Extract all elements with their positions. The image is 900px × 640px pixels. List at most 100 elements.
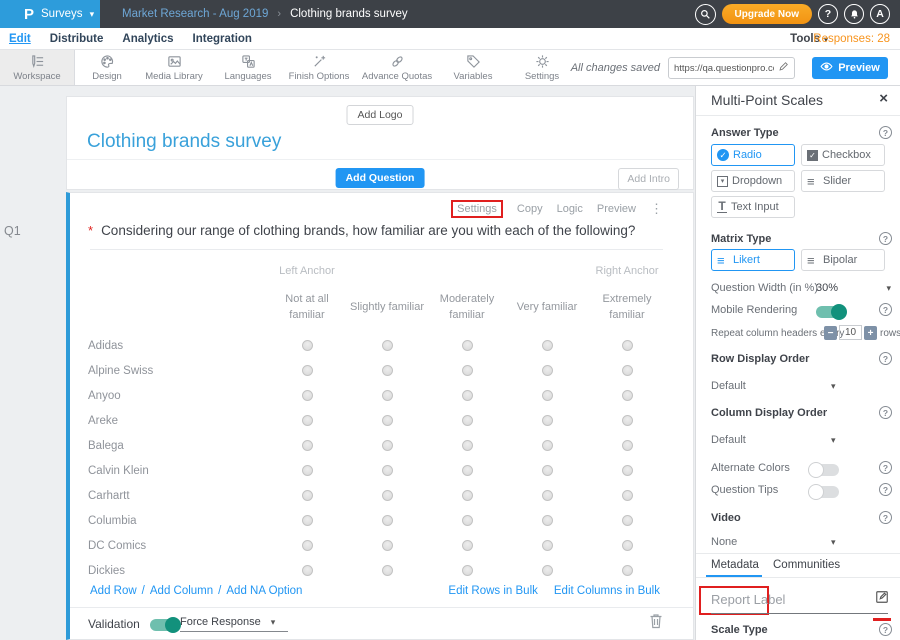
add-na-option-link[interactable]: Add NA Option [226, 585, 302, 597]
radio-button[interactable] [382, 340, 393, 351]
toolbar-item-media-library[interactable]: Media Library [139, 50, 209, 85]
radio-button[interactable] [622, 415, 633, 426]
help-icon[interactable]: ? [879, 303, 892, 316]
increment-button[interactable]: + [864, 326, 877, 340]
survey-url-input[interactable] [674, 63, 774, 74]
more-options-icon[interactable]: ⋮ [650, 201, 663, 217]
radio-button[interactable] [542, 440, 553, 451]
toolbar-item-languages[interactable]: Languages [218, 50, 278, 85]
help-icon[interactable]: ? [879, 406, 892, 419]
radio-button[interactable] [382, 365, 393, 376]
radio-button[interactable] [302, 565, 313, 576]
column-display-order-value[interactable]: Default [711, 434, 746, 446]
radio-button[interactable] [542, 390, 553, 401]
radio-button[interactable] [302, 490, 313, 501]
edit-columns-in-bulk-link[interactable]: Edit Columns in Bulk [554, 585, 660, 597]
question-settings-button[interactable]: Settings [451, 200, 503, 218]
radio-button[interactable] [382, 440, 393, 451]
validation-toggle[interactable] [150, 619, 180, 631]
help-icon[interactable]: ? [818, 4, 838, 24]
avatar[interactable]: A [870, 4, 890, 24]
radio-button[interactable] [382, 540, 393, 551]
radio-button[interactable] [382, 390, 393, 401]
decrement-button[interactable]: − [824, 326, 837, 340]
help-icon[interactable]: ? [879, 623, 892, 636]
chevron-down-icon[interactable]: ▾ [831, 537, 836, 548]
survey-title[interactable]: Clothing brands survey [87, 131, 281, 153]
alternate-colors-toggle[interactable] [809, 464, 839, 476]
radio-button[interactable] [542, 415, 553, 426]
radio-button[interactable] [622, 340, 633, 351]
radio-button[interactable] [302, 440, 313, 451]
chevron-down-icon[interactable]: ▾ [831, 381, 836, 392]
radio-button[interactable] [382, 415, 393, 426]
radio-button[interactable] [622, 540, 633, 551]
toolbar-item-design[interactable]: Design [84, 50, 130, 85]
toolbar-item-variables[interactable]: Variables [443, 50, 503, 85]
radio-button[interactable] [462, 440, 473, 451]
radio-button[interactable] [462, 540, 473, 551]
trash-icon[interactable] [649, 613, 663, 632]
radio-button[interactable] [622, 490, 633, 501]
answer-type-dropdown[interactable]: ▾ Dropdown [711, 170, 795, 192]
radio-button[interactable] [382, 465, 393, 476]
report-label-input[interactable]: Report Label [711, 592, 785, 607]
toolbar-item-settings[interactable]: Settings [512, 50, 572, 85]
radio-button[interactable] [462, 490, 473, 501]
radio-button[interactable] [382, 515, 393, 526]
nav-tab-edit[interactable]: Edit [9, 33, 31, 45]
answer-type-slider[interactable]: ≡ Slider [801, 170, 885, 192]
radio-button[interactable] [622, 390, 633, 401]
toolbar-item-finish-options[interactable]: Finish Options [287, 50, 351, 85]
answer-type-radio[interactable]: ✓ Radio [711, 144, 795, 166]
answer-type-text-input[interactable]: T Text Input [711, 196, 795, 218]
radio-button[interactable] [302, 390, 313, 401]
toolbar-item-workspace[interactable]: Workspace [0, 50, 75, 85]
radio-button[interactable] [542, 490, 553, 501]
help-icon[interactable]: ? [879, 352, 892, 365]
matrix-type-likert[interactable]: ≡ Likert [711, 249, 795, 271]
nav-tab-integration[interactable]: Integration [193, 33, 252, 45]
validation-type-dropdown[interactable]: Force Response ▾ [180, 616, 288, 632]
radio-button[interactable] [542, 365, 553, 376]
toolbar-item-advance-quotas[interactable]: Advance Quotas [360, 50, 434, 85]
answer-type-checkbox[interactable]: ✓ Checkbox [801, 144, 885, 166]
help-icon[interactable]: ? [879, 232, 892, 245]
radio-button[interactable] [302, 540, 313, 551]
radio-button[interactable] [542, 540, 553, 551]
radio-button[interactable] [302, 340, 313, 351]
responses-count[interactable]: Responses: 28 [813, 28, 890, 50]
radio-button[interactable] [382, 490, 393, 501]
radio-button[interactable] [462, 415, 473, 426]
radio-button[interactable] [462, 390, 473, 401]
radio-button[interactable] [542, 340, 553, 351]
help-icon[interactable]: ? [879, 461, 892, 474]
add-column-link[interactable]: Add Column [150, 585, 213, 597]
repeat-headers-value[interactable]: 10 [839, 325, 862, 340]
preview-button[interactable]: Preview [812, 57, 888, 79]
upgrade-now-button[interactable]: Upgrade Now [722, 4, 812, 24]
radio-button[interactable] [542, 515, 553, 526]
edit-report-label-icon[interactable] [875, 590, 889, 607]
notifications-icon[interactable] [844, 4, 864, 24]
radio-button[interactable] [302, 365, 313, 376]
video-value[interactable]: None [711, 536, 737, 548]
add-row-link[interactable]: Add Row [90, 585, 137, 597]
radio-button[interactable] [622, 465, 633, 476]
question-logic-button[interactable]: Logic [557, 203, 583, 215]
radio-button[interactable] [542, 565, 553, 576]
help-icon[interactable]: ? [879, 483, 892, 496]
radio-button[interactable] [622, 365, 633, 376]
chevron-down-icon[interactable]: ▾ [831, 435, 836, 446]
radio-button[interactable] [302, 515, 313, 526]
tab-communities[interactable]: Communities [773, 559, 840, 571]
question-copy-button[interactable]: Copy [517, 203, 543, 215]
radio-button[interactable] [462, 365, 473, 376]
radio-button[interactable] [542, 465, 553, 476]
mobile-rendering-toggle[interactable] [816, 306, 846, 318]
search-icon[interactable] [695, 4, 716, 25]
close-icon[interactable]: × [879, 90, 888, 107]
chevron-down-icon[interactable]: ▾ [886, 283, 891, 294]
question-tips-toggle[interactable] [809, 486, 839, 498]
radio-button[interactable] [462, 565, 473, 576]
